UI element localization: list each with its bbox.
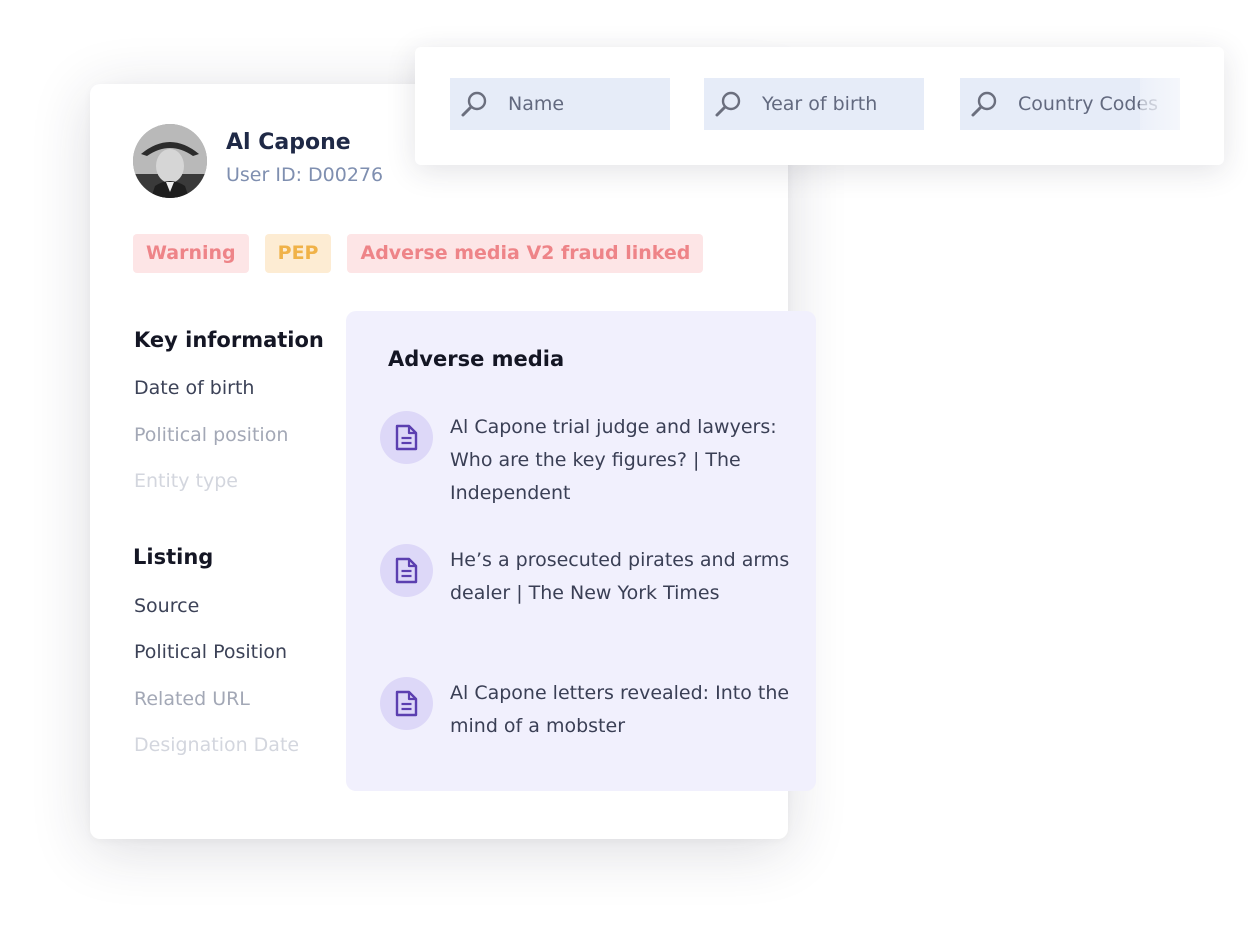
political-position-label: Political position (134, 424, 289, 446)
media-item-text: He’s a prosecuted pirates and arms deale… (450, 549, 790, 604)
fade-overlay (1140, 78, 1180, 130)
document-icon (380, 677, 433, 730)
media-item-text: Al Capone letters revealed: Into the min… (450, 682, 790, 737)
user-id: User ID: D00276 (226, 164, 384, 186)
document-icon (380, 544, 433, 597)
tag-list: Warning PEP Adverse media V2 fraud linke… (133, 234, 704, 273)
adverse-media-tag[interactable]: Adverse media V2 fraud linked (347, 234, 704, 273)
date-of-birth-label: Date of birth (134, 377, 255, 399)
related-url-label: Related URL (134, 688, 250, 710)
year-of-birth-search-input[interactable]: Year of birth (704, 78, 924, 130)
pep-tag[interactable]: PEP (264, 234, 332, 273)
media-item-text: Al Capone trial judge and lawyers: Who a… (450, 416, 777, 504)
source-label: Source (134, 595, 200, 617)
search-icon (461, 91, 487, 117)
avatar (133, 124, 207, 198)
search-icon (971, 91, 997, 117)
adverse-media-panel: Adverse media Al Capone trial judge and … (346, 311, 816, 791)
search-icon (715, 91, 741, 117)
designation-date-label: Designation Date (134, 734, 300, 756)
person-name: Al Capone (226, 130, 351, 155)
listing-heading: Listing (133, 545, 214, 569)
political-position-listing-label: Political Position (134, 641, 288, 663)
name-search-placeholder: Name (508, 93, 565, 115)
key-information-heading: Key information (134, 328, 324, 352)
entity-type-label: Entity type (134, 470, 238, 492)
name-search-input[interactable]: Name (450, 78, 670, 130)
country-codes-search-input[interactable]: Country Codes (960, 78, 1180, 130)
adverse-media-heading: Adverse media (388, 347, 565, 371)
country-codes-search-placeholder: Country Codes (1018, 93, 1159, 115)
warning-tag[interactable]: Warning (133, 234, 249, 273)
document-icon (380, 411, 433, 464)
search-filter-bar: Name Year of birth Country Codes (415, 47, 1224, 165)
year-of-birth-search-placeholder: Year of birth (762, 93, 878, 115)
